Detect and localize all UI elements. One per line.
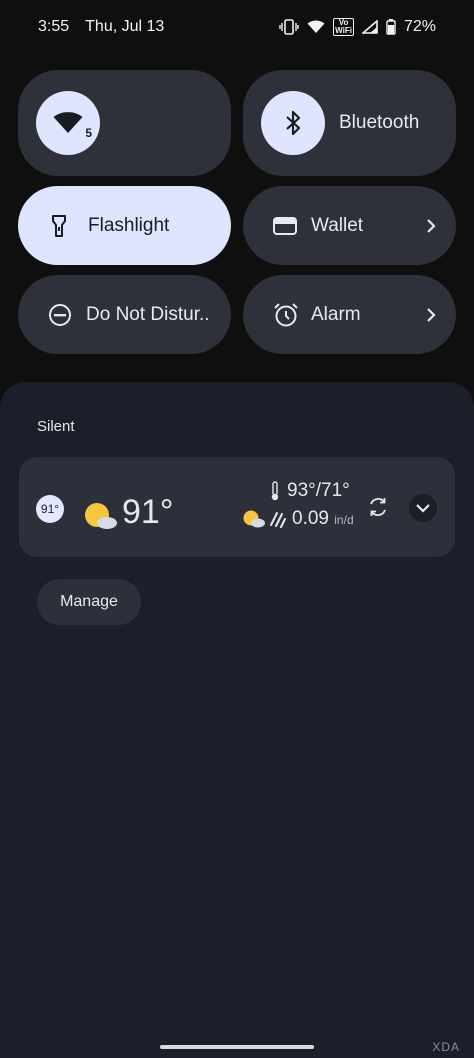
wallet-icon: [273, 216, 297, 236]
do-not-disturb-icon: [48, 303, 72, 327]
flashlight-tile[interactable]: Flashlight: [18, 186, 231, 265]
bluetooth-icon: [285, 110, 301, 136]
partly-sunny-icon: [84, 502, 118, 530]
chevron-down-icon: [416, 503, 430, 513]
flashlight-label: Flashlight: [88, 214, 170, 236]
do-not-disturb-label: Do Not Distur..: [86, 303, 210, 325]
alarm-clock-icon: [273, 302, 299, 328]
wifi-tile-icon-circle[interactable]: 5: [36, 91, 100, 155]
vowifi-bottom-text: WiFi: [335, 26, 352, 35]
wifi-tile[interactable]: 5: [18, 70, 231, 176]
chevron-right-icon: [426, 218, 436, 233]
current-temperature: 91°: [122, 493, 174, 531]
bluetooth-label: Bluetooth: [339, 112, 420, 133]
xda-watermark: XDA: [432, 1040, 460, 1054]
rain-icon: [270, 512, 286, 528]
manage-button[interactable]: Manage: [37, 579, 141, 625]
status-bar-right: Vo WiFi 72%: [279, 18, 436, 36]
wallet-label: Wallet: [311, 214, 364, 236]
date: Thu, Jul 13: [85, 18, 165, 35]
alarm-tile[interactable]: Alarm: [243, 275, 456, 354]
cell-signal-icon: [361, 20, 378, 34]
weather-temp-badge: 91°: [36, 495, 64, 523]
battery-icon: [386, 19, 396, 35]
partly-sunny-small-icon: [243, 510, 265, 528]
status-bar-left: 3:55 Thu, Jul 13: [38, 18, 164, 36]
bluetooth-tile[interactable]: Bluetooth: [243, 70, 456, 176]
wallet-tile[interactable]: Wallet: [243, 186, 456, 265]
precipitation-unit: in/d: [334, 513, 354, 527]
do-not-disturb-tile[interactable]: Do Not Distur..: [18, 275, 231, 354]
silent-section-label: Silent: [37, 418, 75, 435]
wifi-generation-badge: 5: [85, 126, 92, 140]
precipitation: 0.09 in/d: [292, 508, 354, 530]
chevron-right-icon: [426, 307, 436, 322]
refresh-icon[interactable]: [367, 496, 389, 518]
expand-notification-button[interactable]: [409, 494, 437, 522]
high-low-temperature: 93°/71°: [287, 480, 350, 501]
vowifi-icon: Vo WiFi: [333, 18, 354, 36]
vibrate-icon: [279, 19, 299, 35]
flashlight-icon: [52, 214, 66, 238]
clock: 3:55: [38, 18, 70, 35]
thermometer-icon: [270, 481, 280, 501]
bluetooth-tile-icon-circle[interactable]: [261, 91, 325, 155]
gesture-navigation-bar[interactable]: [160, 1045, 314, 1049]
wifi-icon: 5: [53, 112, 92, 140]
precipitation-value: 0.09: [292, 508, 329, 529]
battery-percent: 72%: [403, 18, 436, 35]
alarm-label: Alarm: [311, 303, 361, 325]
wifi-signal-icon: [307, 20, 325, 34]
